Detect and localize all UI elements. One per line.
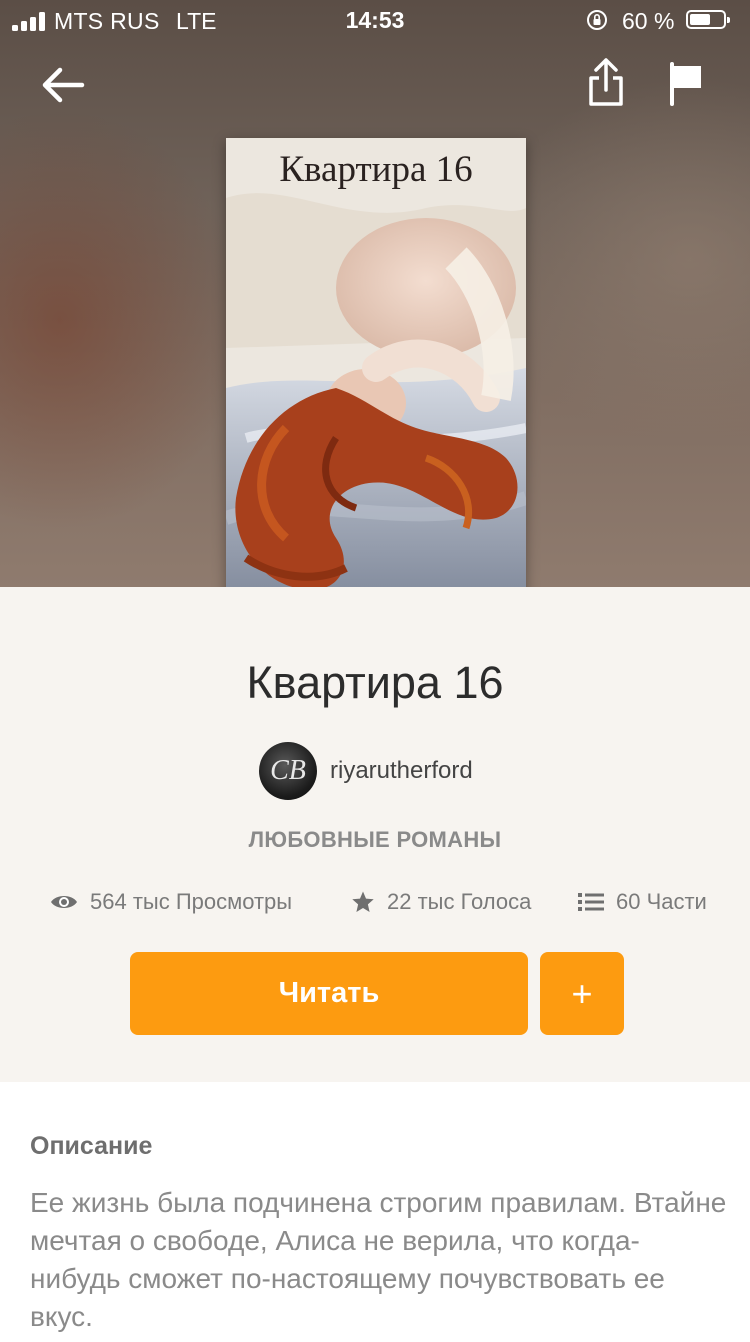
book-cover[interactable]: Квартира 16 xyxy=(226,138,526,587)
stats-row: 564 тыс Просмотры 22 тыс Голоса 60 Части xyxy=(0,889,750,919)
views-count: 564 тыс Просмотры xyxy=(90,889,293,914)
votes-count: 22 тыс Голоса xyxy=(387,889,532,914)
book-title: Квартира 16 xyxy=(246,657,504,708)
share-icon xyxy=(589,58,623,106)
header-backdrop: MTS RUS LTE 14:53 60 % Квартира 16 xyxy=(0,0,750,587)
description-text: Ее жизнь была подчинена строгим правилам… xyxy=(30,1187,727,1332)
cover-title: Квартира 16 xyxy=(279,149,473,190)
status-bar: MTS RUS LTE 14:53 60 % xyxy=(0,0,750,40)
cover-illustration xyxy=(226,138,526,587)
list-icon xyxy=(578,893,604,911)
description-card: Описание Ее жизнь была подчинена строгим… xyxy=(0,1082,750,1342)
rotation-lock-icon xyxy=(587,10,607,30)
parts-count: 60 Части xyxy=(616,889,707,914)
flag-icon xyxy=(670,62,701,106)
star-icon xyxy=(352,891,374,912)
battery-icon xyxy=(686,10,730,29)
arrow-left-icon xyxy=(42,67,85,103)
back-button[interactable] xyxy=(36,58,92,114)
report-button[interactable] xyxy=(664,58,708,110)
avatar: CB xyxy=(259,742,317,800)
read-button[interactable]: Читать xyxy=(130,952,528,1035)
parts-stat: 60 Части xyxy=(578,889,707,915)
views-stat: 564 тыс Просмотры xyxy=(50,889,292,915)
author-link[interactable]: CB riyarutherford xyxy=(259,742,473,800)
battery-percent: 60 % xyxy=(622,8,675,34)
add-to-library-button[interactable]: + xyxy=(540,952,624,1035)
genre-label[interactable]: ЛЮБОВНЫЕ РОМАНЫ xyxy=(0,827,750,853)
description-heading: Описание xyxy=(30,1132,153,1160)
eye-icon xyxy=(51,896,77,908)
author-name: riyarutherford xyxy=(330,757,473,784)
share-button[interactable] xyxy=(582,54,630,112)
votes-stat: 22 тыс Голоса xyxy=(351,889,531,915)
